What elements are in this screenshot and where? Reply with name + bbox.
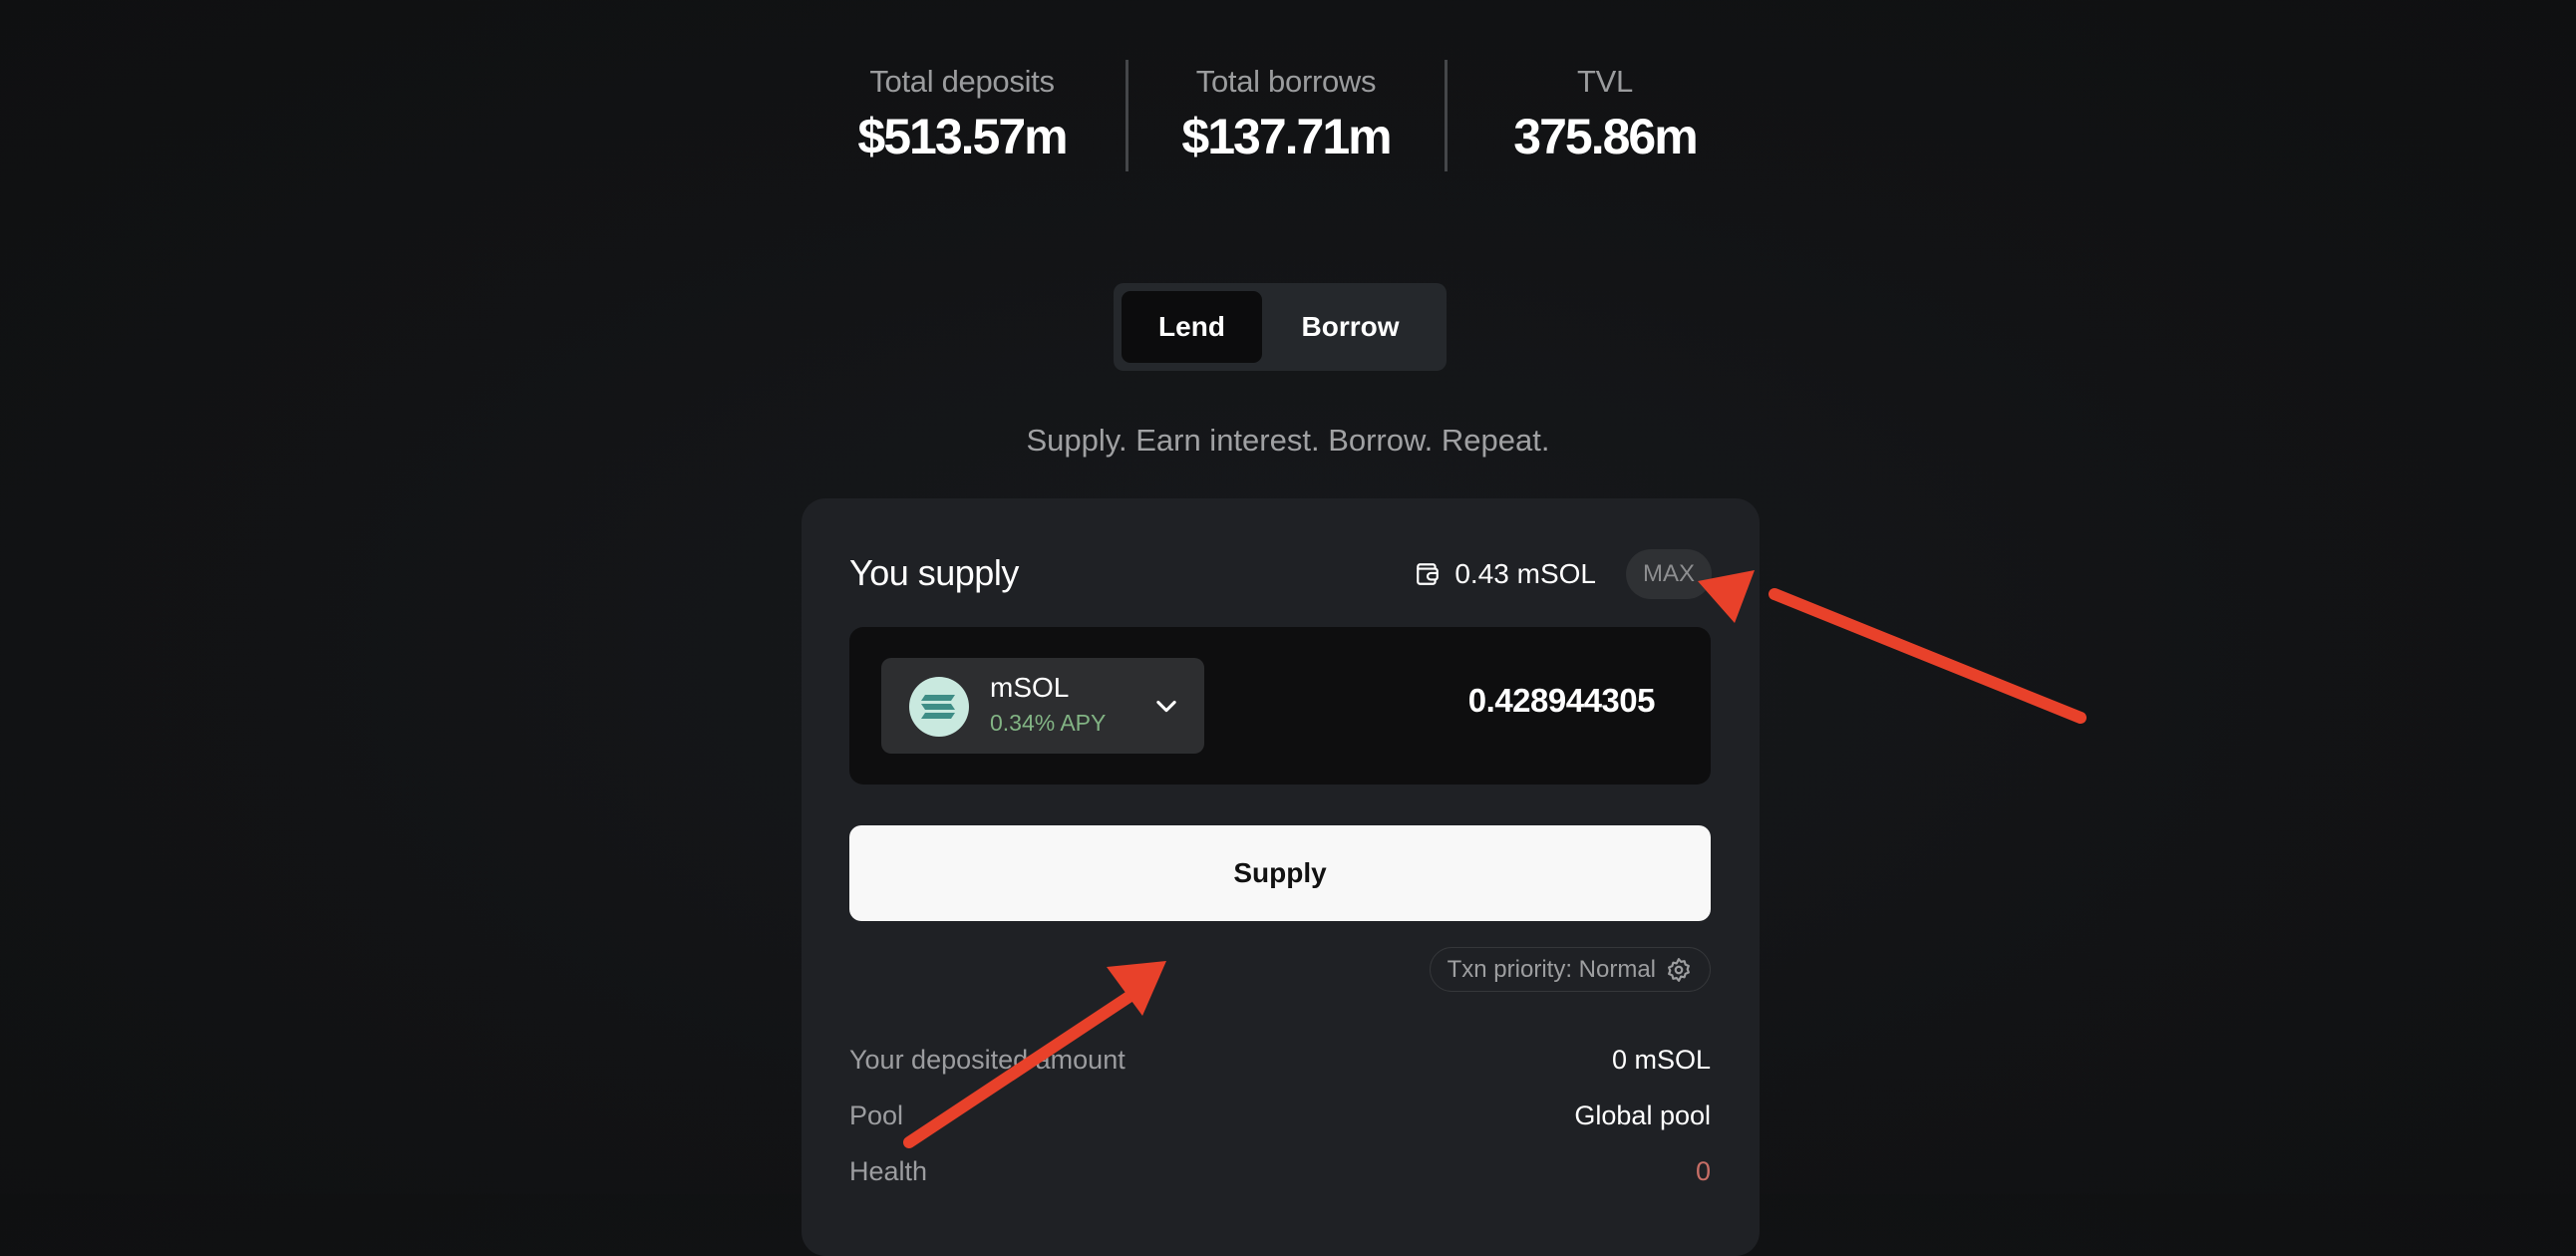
detail-row-pool: Pool Global pool — [849, 1100, 1711, 1131]
card-title: You supply — [849, 552, 1019, 593]
stat-label: Total deposits — [869, 64, 1055, 99]
token-selector[interactable]: mSOL 0.34% APY — [881, 658, 1204, 754]
supply-button[interactable]: Supply — [849, 825, 1711, 921]
txn-priority-label: Txn priority: Normal — [1447, 955, 1656, 983]
detail-label: Your deposited amount — [849, 1045, 1126, 1075]
stat-divider — [1445, 60, 1448, 171]
txn-priority-button[interactable]: Txn priority: Normal — [1429, 947, 1711, 992]
stat-value: $137.71m — [1181, 109, 1392, 164]
stats-bar: Total deposits $513.57m Total borrows $1… — [0, 60, 2576, 179]
detail-label: Pool — [849, 1100, 904, 1130]
max-button[interactable]: MAX — [1626, 549, 1712, 599]
lend-borrow-toggle: Lend Borrow — [1114, 283, 1447, 371]
chevron-down-icon — [1156, 700, 1176, 713]
token-symbol: mSOL — [990, 672, 1070, 703]
wallet-balance-value: 0.43 mSOL — [1454, 558, 1596, 589]
detail-value: Global pool — [1574, 1100, 1711, 1130]
detail-row-deposited: Your deposited amount 0 mSOL — [849, 1045, 1711, 1076]
amount-input-well: mSOL 0.34% APY 0.428944305 — [849, 627, 1711, 785]
wallet-balance: 0.43 mSOL — [1415, 558, 1596, 590]
gear-icon — [1668, 957, 1690, 982]
wallet-icon — [1417, 563, 1440, 585]
tab-borrow[interactable]: Borrow — [1262, 291, 1439, 363]
stat-value: $513.57m — [857, 109, 1068, 164]
stat-divider — [1126, 60, 1128, 171]
msol-logo-icon — [909, 677, 969, 737]
tagline: Supply. Earn interest. Borrow. Repeat. — [1026, 423, 1550, 458]
tab-lend[interactable]: Lend — [1122, 291, 1262, 363]
detail-value: 0 — [1695, 1156, 1711, 1186]
stat-total-deposits: Total deposits $513.57m — [812, 60, 1112, 165]
detail-value: 0 mSOL — [1611, 1045, 1711, 1075]
amount-input[interactable]: 0.428944305 — [1468, 682, 1656, 720]
stat-total-borrows: Total borrows $137.71m — [1136, 60, 1436, 165]
stat-label: TVL — [1577, 64, 1633, 99]
detail-label: Health — [849, 1156, 928, 1186]
stat-label: Total borrows — [1195, 64, 1377, 99]
stat-value: 375.86m — [1513, 109, 1698, 164]
token-apy: 0.34% APY — [990, 710, 1107, 736]
detail-row-health: Health 0 — [849, 1156, 1711, 1187]
stat-tvl: TVL 375.86m — [1455, 60, 1755, 165]
supply-card: You supply 0.43 mSOL MAX mSOL 0.34% APY … — [802, 498, 1760, 1256]
